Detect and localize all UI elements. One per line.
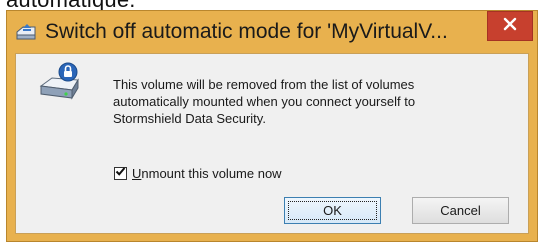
screen: automatique. Switch off automatic mode f… [0,0,544,242]
cancel-button-label: Cancel [440,203,481,218]
checkmark-icon [115,164,126,182]
checkbox-label-text: nmount this volume now [141,165,282,181]
dialog-window: Switch off automatic mode for 'MyVirtual… [6,10,538,242]
cancel-button[interactable]: Cancel [412,197,509,224]
close-icon [503,17,517,36]
title-bar[interactable]: Switch off automatic mode for 'MyVirtual… [7,11,537,53]
ok-button[interactable]: OK [284,197,381,224]
close-button[interactable] [487,11,533,41]
volume-eject-icon [15,23,37,41]
unmount-checkbox-label[interactable]: Unmount this volume now [132,166,282,181]
message-line: automatically mounted when you connect y… [113,94,416,109]
unmount-checkbox-row[interactable]: Unmount this volume now [114,164,282,182]
dialog-body: This volume will be removed from the lis… [15,53,529,234]
message-line: This volume will be removed from the lis… [113,77,415,92]
dialog-title: Switch off automatic mode for 'MyVirtual… [45,20,448,43]
locked-disk-icon [38,60,84,104]
message-line: Stormshield Data Security. [113,111,266,126]
mnemonic-letter: U [132,165,142,181]
dialog-message: This volume will be removed from the lis… [113,76,513,127]
focus-rectangle [288,201,377,220]
unmount-checkbox[interactable] [114,164,127,182]
